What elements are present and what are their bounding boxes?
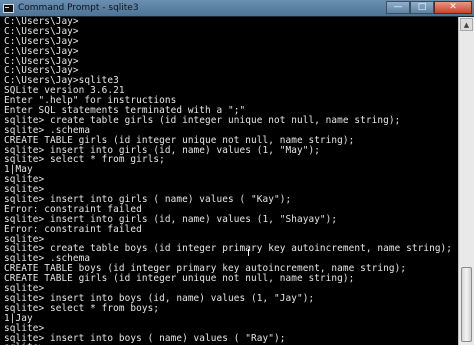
close-icon: ✕ xyxy=(449,2,457,12)
scroll-thumb[interactable] xyxy=(461,267,472,342)
console-line: sqlite> select * from boys; xyxy=(4,302,160,314)
mouse-cursor-icon: I xyxy=(247,248,250,259)
console-output[interactable]: C:\Users\Jay> C:\Users\Jay> C:\Users\Jay> C… xyxy=(4,17,450,345)
maximize-button[interactable]: □ xyxy=(410,1,434,14)
console-line: 1|May xyxy=(4,164,33,176)
minimize-button[interactable]: — xyxy=(386,1,410,14)
console-line: sqlite> xyxy=(4,174,45,186)
console-line: sqlite> insert into boys ( name) values … xyxy=(4,332,286,344)
window-controls: — □ ✕ xyxy=(386,1,472,14)
maximize-icon: □ xyxy=(417,2,427,12)
console-line: sqlite> select * from girls; xyxy=(4,154,165,166)
title-bar[interactable]: Command Prompt - sqlite3 — □ ✕ xyxy=(0,0,474,17)
window-title: Command Prompt - sqlite3 xyxy=(18,3,139,13)
command-prompt-window: Command Prompt - sqlite3 — □ ✕ C:\Users\… xyxy=(0,0,474,345)
close-button[interactable]: ✕ xyxy=(434,1,472,14)
scroll-up-arrow-icon[interactable]: ▲ xyxy=(460,18,473,31)
console-line: 1|Jay xyxy=(4,312,33,324)
console-line: CREATE TABLE girls (id integer unique no… xyxy=(4,273,355,285)
console-icon xyxy=(3,3,14,13)
console-line: Error: constraint failed xyxy=(4,223,142,235)
vertical-scrollbar[interactable]: ▲ xyxy=(458,17,474,345)
minimize-icon: — xyxy=(393,2,403,12)
